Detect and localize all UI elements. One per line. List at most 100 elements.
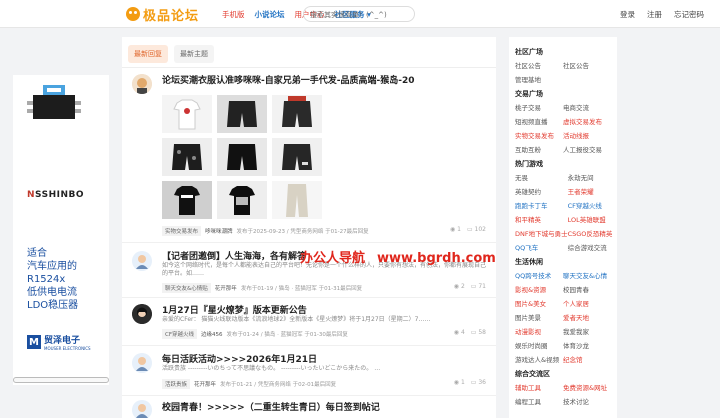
sidebar-board-link[interactable]: 图片&美女: [515, 298, 563, 308]
sidebar-board-link[interactable]: 娱乐时尚圈: [515, 340, 563, 350]
views-count: ◉ 2: [454, 283, 465, 290]
thread-title[interactable]: 论坛买潮衣服认准哆咪咪-自家兄弟一手代发-品质高端-猴岛-20: [162, 73, 414, 86]
sidebar-board-link[interactable]: 纪念馆: [563, 354, 611, 364]
sidebar-board-link[interactable]: 综合游戏交流: [568, 242, 613, 252]
sidebar-board-link[interactable]: 聊天交友&心情: [563, 270, 611, 280]
sidebar-board-link[interactable]: 个人家居: [563, 298, 611, 308]
sidebar-board-link[interactable]: 辅助工具: [515, 382, 563, 392]
sidebar-board-link[interactable]: 跑跑卡丁车: [515, 200, 568, 210]
sidebar-board-link[interactable]: 活动线报: [563, 130, 611, 140]
sidebar-board-link[interactable]: DNF地下城与勇士: [515, 228, 568, 238]
sidebar-board-link[interactable]: 爱者天地: [563, 312, 611, 322]
thread-meta: 聊天交友&心情贴 花开那年 发布于01-19 / 猫岛 · 蓝猫冠军 于01-3…: [162, 283, 362, 293]
thread-stats: ◉ 4 ▭ 58: [454, 329, 486, 336]
sidebar-section-links: 桃子交易 电商交流 短视频直播 虚拟交易发布 实物交易发布 活动线报 互助互粉 人工报役交易: [515, 102, 611, 154]
thread-item[interactable]: 论坛买潮衣服认准哆咪咪-自家兄弟一手代发-品质高端-猴岛-20 实物交易发布 哆…: [122, 68, 496, 243]
comment-icon: ▭: [466, 226, 473, 233]
sidebar-section-links: 辅助工具 免费资源&网址 编程工具 技术讨论: [515, 382, 611, 406]
thread-title[interactable]: 校园青春！>>>>>（二重生转生青日）每日签到帖记: [162, 400, 380, 413]
replies-value: 71: [478, 283, 486, 290]
login-link[interactable]: 登录: [620, 9, 635, 20]
forum-tag[interactable]: 聊天交友&心情贴: [162, 283, 211, 293]
sidebar-board-index: 社区广场 社区公告 社区公告 管理基地 交易广场 桃子交易 电商交流 短视频直播 虚拟交易发布实…: [509, 37, 617, 418]
forum-tag[interactable]: 活跃贵族: [162, 379, 191, 389]
sidebar-board-link[interactable]: 电商交流: [563, 102, 611, 112]
sidebar-board-link[interactable]: QQ飞车: [515, 242, 568, 252]
sidebar-board-link[interactable]: 和平精英: [515, 214, 568, 224]
search-input[interactable]: 搜索其实很简单！(^_^): [303, 6, 415, 22]
author-name[interactable]: 边缘456: [201, 330, 223, 338]
sidebar-board-link[interactable]: CF穿越火线: [568, 200, 613, 210]
side-advertisement[interactable]: NSSHINBO 适合 汽车应用的 R1524x 低供电电流 LDO稳压器 M …: [13, 75, 109, 385]
sidebar-board-link[interactable]: 编程工具: [515, 396, 563, 406]
product-image-pants[interactable]: [272, 181, 322, 219]
ad-scroll-bar[interactable]: [13, 377, 109, 383]
mouser-logo: M 贸泽电子 MOUSER ELECTRONICS: [27, 333, 91, 351]
sidebar-board-link[interactable]: 图片美景: [515, 312, 563, 322]
sidebar-section-links: 无畏 永劫无间 英雄契约 王者荣耀 跑跑卡丁车 CF穿越火线 和平精英 LOL英雄联盟 DNF地…: [515, 172, 613, 252]
thread-item[interactable]: 校园青春！>>>>>（二重生转生青日）每日签到帖记: [122, 396, 496, 418]
tab-latest-replies[interactable]: 最新回复: [128, 45, 168, 63]
sidebar-board-link[interactable]: 体育沙龙: [563, 340, 611, 350]
sidebar-board-link[interactable]: 王者荣耀: [568, 186, 613, 196]
product-image-shorts[interactable]: [217, 95, 267, 133]
sidebar-board-link[interactable]: 游戏达人&视频: [515, 354, 563, 364]
avatar: [132, 353, 152, 373]
views-value: 1: [460, 379, 465, 386]
sidebar-board-link[interactable]: QQ跨号技术: [515, 270, 563, 280]
forum-tag[interactable]: CF穿越火线: [162, 329, 198, 339]
sidebar-board-link[interactable]: 社区公告: [563, 60, 611, 70]
product-image-tshirt[interactable]: [162, 181, 212, 219]
sidebar-board-link[interactable]: 虚拟交易发布: [563, 116, 611, 126]
product-image-shorts[interactable]: [272, 138, 322, 176]
sidebar-board-link[interactable]: 社区公告: [515, 60, 563, 70]
thread-stats: ◉ 2 ▭ 71: [454, 283, 486, 290]
thread-item[interactable]: 1月27日『星火燎梦』版本更新公告 亲爱的CFer： 猫猫火线联动版本《流浪地球…: [122, 298, 496, 346]
author-name[interactable]: 哆咪咪潮牌: [205, 227, 233, 235]
thread-title[interactable]: 【记者团邀倒】人生海海，各有解答: [162, 249, 306, 262]
sidebar-board-link[interactable]: 我爱我家: [563, 326, 611, 336]
product-image-shorts[interactable]: [272, 95, 322, 133]
sidebar-board-link[interactable]: 免费资源&网址: [563, 382, 611, 392]
author-name[interactable]: 花开那年: [194, 380, 216, 388]
avatar: [132, 304, 152, 324]
sidebar-board-link[interactable]: 桃子交易: [515, 102, 563, 112]
avatar-image: [132, 74, 152, 94]
tab-latest-topics[interactable]: 最新主题: [174, 45, 214, 63]
forgot-password-link[interactable]: 忘记密码: [674, 9, 704, 20]
thread-excerpt: 亲爱的CFer： 猫猫火线联动版本《流浪地球2》全新版本《星火燎梦》将于1月27…: [162, 316, 431, 323]
thread-item[interactable]: 每日活跃活动>>>>2026年1月21日 活跃贵族 ---------いのちって…: [122, 346, 496, 396]
sidebar-board-link[interactable]: LOL英雄联盟: [568, 214, 613, 224]
product-image-shorts[interactable]: [217, 138, 267, 176]
site-logo[interactable]: 极品论坛: [126, 4, 199, 24]
sidebar-board-link[interactable]: 实物交易发布: [515, 130, 563, 140]
comment-icon: ▭: [470, 329, 477, 336]
sidebar-board-link[interactable]: 管理基地: [515, 74, 563, 84]
product-image-tshirt[interactable]: [217, 181, 267, 219]
sidebar-board-link[interactable]: 人工报役交易: [563, 144, 611, 154]
nav-novel-forum[interactable]: 小说论坛: [255, 9, 285, 20]
product-image-tshirt[interactable]: [162, 95, 212, 133]
register-link[interactable]: 注册: [647, 9, 662, 20]
sidebar-board-link[interactable]: 影视&资源: [515, 284, 563, 294]
sidebar-board-link[interactable]: 永劫无间: [568, 172, 613, 182]
forum-tag[interactable]: 实物交易发布: [162, 226, 202, 236]
sidebar-board-link[interactable]: 英雄契约: [515, 186, 568, 196]
thread-title[interactable]: 每日活跃活动>>>>2026年1月21日: [162, 352, 317, 365]
ad-brand-rest: SSHINBO: [35, 190, 85, 200]
sidebar-board-link[interactable]: 技术讨论: [563, 396, 611, 406]
sidebar-section-links: 社区公告 社区公告 管理基地: [515, 60, 611, 84]
sidebar-board-link[interactable]: 校园青春: [563, 284, 611, 294]
thread-stats: ◉ 1 ▭ 102: [450, 226, 486, 233]
sidebar-board-link[interactable]: 互助互粉: [515, 144, 563, 154]
thread-title[interactable]: 1月27日『星火燎梦』版本更新公告: [162, 303, 307, 316]
sidebar-board-link[interactable]: 无畏: [515, 172, 568, 182]
author-name[interactable]: 花开那年: [215, 284, 237, 292]
sidebar-board-link[interactable]: 短视频直播: [515, 116, 563, 126]
nav-mobile[interactable]: 手机版: [222, 9, 245, 20]
sidebar-board-link[interactable]: CSGO反恐精英: [568, 228, 613, 238]
sidebar-board-link[interactable]: 动漫影视: [515, 326, 563, 336]
thread-meta-text: 发布于01-21 / 凭型商务网络 于02-01最后回复: [220, 382, 337, 388]
eye-icon: ◉: [449, 226, 456, 233]
product-image-shorts[interactable]: [162, 138, 212, 176]
